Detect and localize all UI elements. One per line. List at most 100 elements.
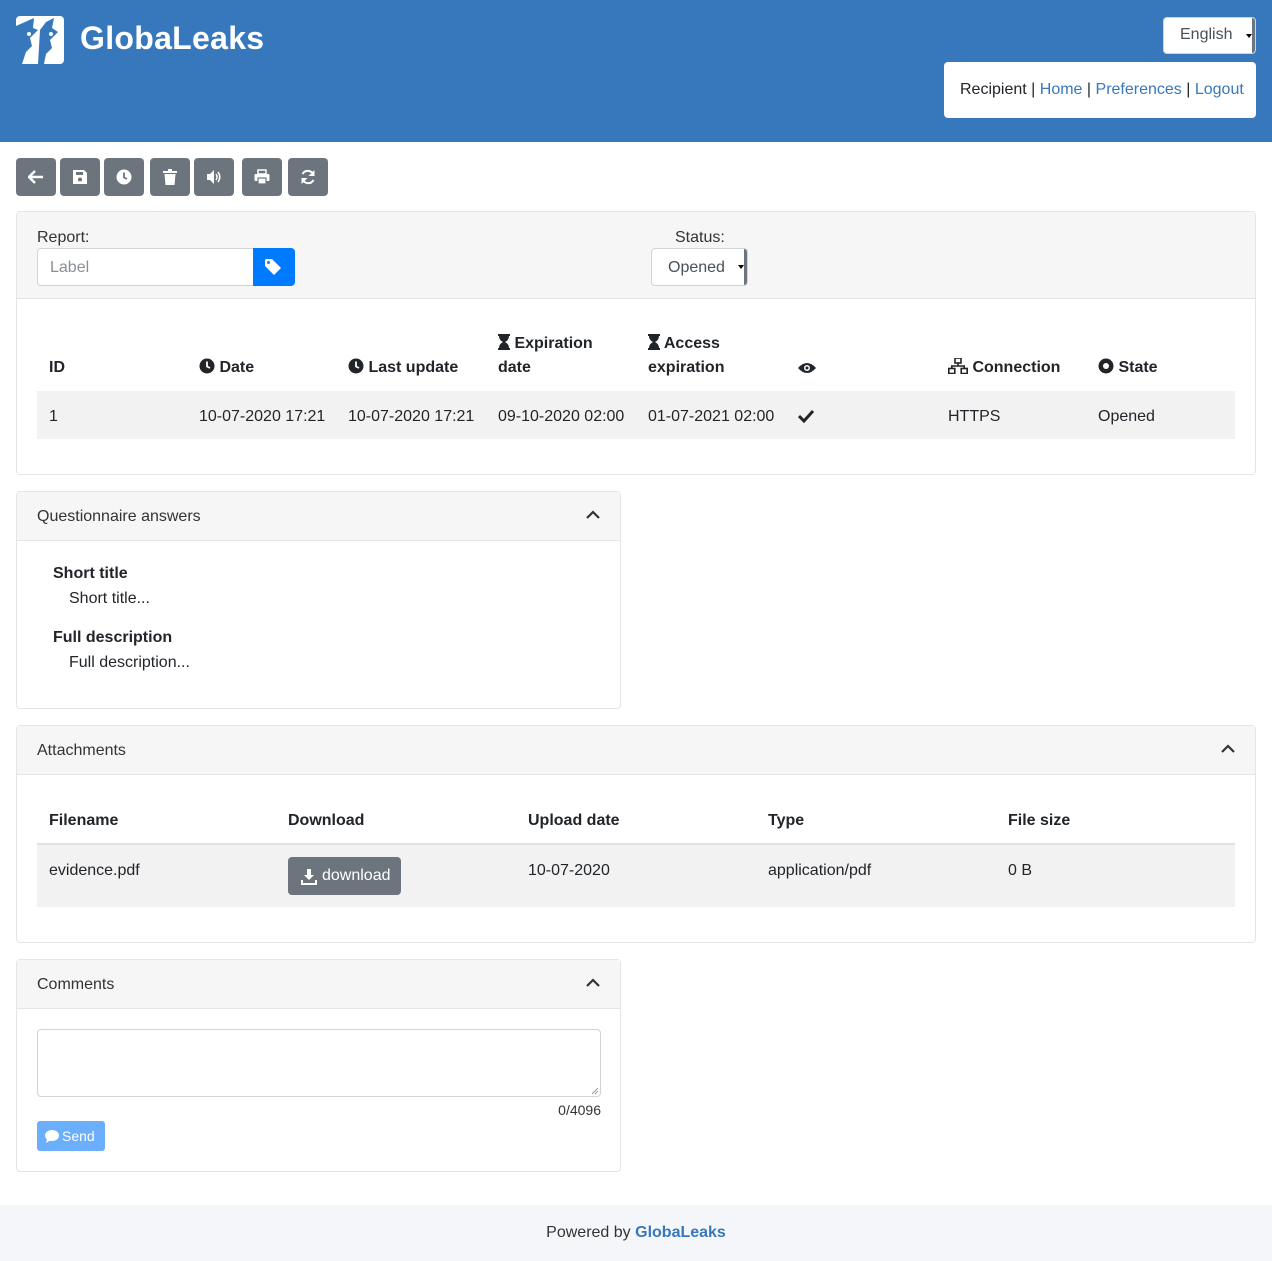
- refresh-icon: [301, 169, 315, 185]
- back-button[interactable]: [16, 158, 56, 196]
- table-row: [37, 843, 1235, 907]
- col-type: Type: [768, 812, 805, 829]
- cell-id: 1: [49, 408, 58, 425]
- report-card: Report: Label Status: Opened ID Date Las…: [16, 211, 1256, 475]
- col-date-label: Date: [219, 359, 255, 376]
- status-select[interactable]: Opened: [651, 248, 748, 286]
- delete-button[interactable]: [150, 158, 190, 196]
- language-select[interactable]: English: [1163, 17, 1256, 54]
- chevron-down-icon: [738, 265, 744, 269]
- col-date: Date: [199, 356, 254, 380]
- reload-button[interactable]: [288, 158, 328, 196]
- notifications-button[interactable]: [194, 158, 234, 196]
- clock-icon: [199, 358, 215, 374]
- report-header: Report: Label Status: Opened: [17, 212, 1255, 299]
- eye-icon: [798, 363, 816, 373]
- resize-grip-icon[interactable]: [591, 1087, 599, 1095]
- print-icon: [254, 169, 270, 185]
- globaleaks-logo[interactable]: [16, 16, 64, 64]
- comments-card: Comments 0/4096 Send: [16, 959, 621, 1172]
- send-label: Send: [62, 1128, 95, 1144]
- col-connection: Connection: [948, 356, 1060, 380]
- chevron-up-icon[interactable]: [586, 978, 600, 988]
- col-last-update: Last update: [348, 356, 458, 380]
- save-icon: [73, 170, 87, 184]
- attachments-title: Attachments: [37, 742, 126, 759]
- answer-value: Short title...: [69, 590, 150, 607]
- postpone-button[interactable]: [104, 158, 144, 196]
- col-connection-label: Connection: [972, 359, 1061, 376]
- col-expiration: Expiration date: [498, 332, 593, 380]
- preferences-link[interactable]: Preferences: [1096, 81, 1182, 98]
- page-header: GlobaLeaks English Recipient | Home | Pr…: [0, 0, 1272, 142]
- cell-type: application/pdf: [768, 862, 872, 879]
- clock-icon: [348, 358, 364, 374]
- questionnaire-title: Questionnaire answers: [37, 508, 201, 525]
- send-button[interactable]: Send: [37, 1121, 105, 1151]
- sitemap-icon: [948, 358, 968, 374]
- col-expiration-line2: date: [498, 359, 531, 376]
- logout-link[interactable]: Logout: [1195, 81, 1244, 98]
- save-button[interactable]: [60, 158, 100, 196]
- page-footer: Powered by GlobaLeaks: [0, 1205, 1272, 1261]
- comments-title: Comments: [37, 976, 115, 993]
- download-button[interactable]: download: [288, 857, 401, 895]
- cell-expiration: 09-10-2020 02:00: [498, 408, 625, 425]
- chevron-down-icon: [1246, 34, 1252, 38]
- cell-access-expiration: 01-07-2021 02:00: [648, 408, 775, 425]
- trash-icon: [163, 169, 177, 185]
- questionnaire-header[interactable]: Questionnaire answers: [17, 492, 620, 541]
- cell-last-update: 10-07-2020 17:21: [348, 408, 475, 425]
- clock-icon: [116, 169, 132, 185]
- cell-upload-date: 10-07-2020: [528, 862, 610, 879]
- question-title: Short title: [53, 565, 128, 582]
- cell-date: 10-07-2020 17:21: [199, 408, 326, 425]
- col-last-update-label: Last update: [368, 359, 459, 376]
- user-nav: Recipient | Home | Preferences | Logout: [944, 62, 1256, 118]
- print-button[interactable]: [242, 158, 282, 196]
- powered-by-text: Powered by: [546, 1224, 631, 1241]
- comment-textarea[interactable]: [37, 1029, 601, 1097]
- home-link[interactable]: Home: [1040, 81, 1083, 98]
- attachments-header[interactable]: Attachments: [17, 726, 1255, 775]
- attachments-card: Attachments Filename Download Upload dat…: [16, 725, 1256, 943]
- cell-file-size: 0 B: [1008, 862, 1033, 879]
- check-icon: [797, 409, 815, 424]
- cell-viewed: [797, 409, 815, 428]
- col-upload-date: Upload date: [528, 812, 620, 829]
- cell-connection: HTTPS: [948, 408, 1001, 425]
- nav-separator: |: [1086, 81, 1092, 98]
- col-state-label: State: [1118, 359, 1158, 376]
- nav-separator: |: [1031, 81, 1036, 98]
- chevron-up-icon[interactable]: [586, 510, 600, 520]
- col-access-line2: expiration: [648, 359, 725, 376]
- label-input[interactable]: Label: [37, 248, 254, 286]
- tag-icon: [265, 259, 281, 275]
- comments-header[interactable]: Comments: [17, 960, 620, 1009]
- col-access-expiration: Access expiration: [648, 332, 724, 380]
- answer-value: Full description...: [69, 654, 190, 671]
- col-download: Download: [288, 812, 365, 829]
- dot-circle-icon: [1098, 358, 1114, 374]
- col-access-line1: Access: [663, 335, 720, 352]
- select-edge: [744, 249, 747, 285]
- questionnaire-card: Questionnaire answers Short title Short …: [16, 491, 621, 709]
- hourglass-icon: [498, 334, 510, 350]
- question-title: Full description: [53, 629, 173, 646]
- col-viewed: [798, 356, 816, 380]
- col-state: State: [1098, 356, 1158, 380]
- chevron-up-icon[interactable]: [1221, 744, 1235, 754]
- user-role: Recipient: [960, 81, 1027, 98]
- cell-filename: evidence.pdf: [49, 862, 140, 879]
- back-icon: [28, 170, 43, 184]
- set-label-button[interactable]: [253, 248, 295, 286]
- col-expiration-line1: Expiration: [514, 335, 593, 352]
- download-label: download: [322, 867, 391, 884]
- volume-icon: [207, 170, 221, 184]
- globaleaks-link[interactable]: GlobaLeaks: [635, 1224, 726, 1241]
- report-label: Report:: [37, 229, 90, 246]
- select-edge: [1252, 18, 1255, 53]
- language-value: English: [1180, 26, 1233, 43]
- col-file-size: File size: [1008, 812, 1071, 829]
- char-counter: 0/4096: [558, 1102, 601, 1118]
